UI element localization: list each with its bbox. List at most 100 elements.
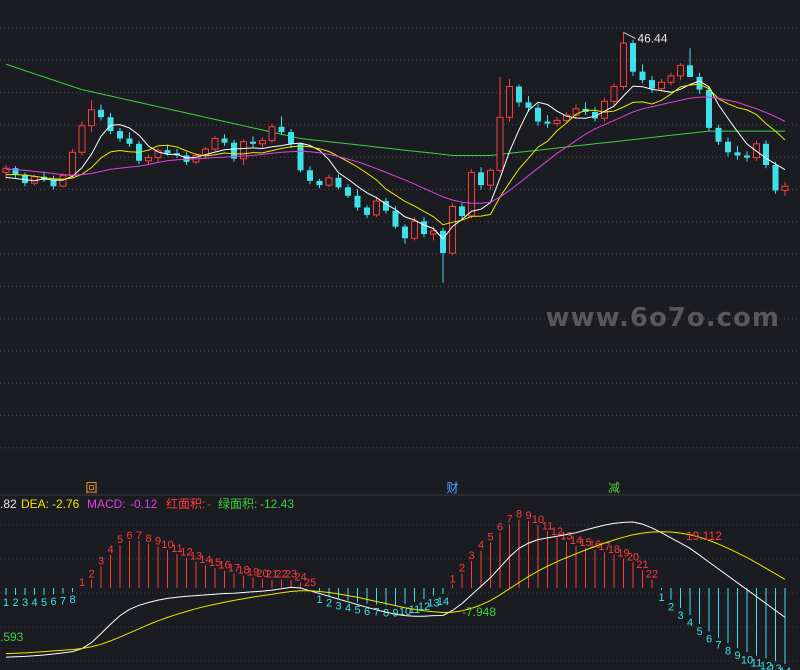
macd-high-annotation: 19.112 xyxy=(686,529,722,543)
event-marker: 回 xyxy=(85,481,97,495)
candle-down xyxy=(639,71,646,81)
candle-up xyxy=(88,109,95,127)
candle-up xyxy=(325,177,333,186)
macd-count-label: 2 xyxy=(459,563,465,575)
dea-label: DEA: xyxy=(21,497,49,511)
event-marker: 财 xyxy=(446,481,458,495)
macd-header: .82 DEA: -2.76 MACD: -0.12 红面积: - 绿面积: -… xyxy=(0,496,294,511)
candle-down xyxy=(354,195,361,208)
candle-down xyxy=(164,150,171,154)
macd-count-label: 3 xyxy=(98,556,104,568)
macd-count-label: 1 xyxy=(658,592,664,604)
macd-count-label: 4 xyxy=(478,540,484,552)
macd-count-label: 8 xyxy=(145,533,151,545)
candle-up xyxy=(658,81,665,90)
candle-up xyxy=(677,64,684,77)
macd-count-label: 22 xyxy=(646,569,658,581)
macd-count-label: 4 xyxy=(31,597,37,609)
macd-bar-counts: 1 2 3 4 5 6 7 812345 6 7 8 9 10111213141516171819202… xyxy=(3,509,791,670)
candle-up xyxy=(506,86,513,118)
candle-up xyxy=(553,119,561,125)
macd-count-label: 2 xyxy=(326,598,332,610)
macd-count-label: 5 xyxy=(117,534,123,546)
ma20-line xyxy=(5,96,786,204)
macd-count-label: 6 xyxy=(50,596,56,608)
macd-count-label: 5 xyxy=(487,531,493,543)
macd-count-label: 3 xyxy=(22,597,28,609)
candle-down xyxy=(22,174,28,184)
macd-count-label: 4 xyxy=(687,617,693,629)
candle-up xyxy=(496,116,504,171)
candle-down xyxy=(421,221,427,234)
event-marker: 减 xyxy=(608,481,620,495)
candle-up xyxy=(620,42,627,87)
chart-canvas: 46.44 www.6o7o.com 回 财 减 .82 DEA: -2.76 MA… xyxy=(0,27,800,670)
macd-count-label: 3 xyxy=(677,610,683,622)
macd-count-label: 6 xyxy=(126,530,132,542)
macd-count-label: 9 xyxy=(525,510,531,522)
macd-count-label: 1 xyxy=(449,574,455,586)
candle-down xyxy=(516,86,522,103)
candle-down xyxy=(126,138,133,144)
macd-count-label: 2 xyxy=(12,597,18,609)
candle-down xyxy=(734,152,741,156)
macd-count-label: 7 xyxy=(506,513,512,525)
candle-up xyxy=(411,220,418,239)
macd-count-label: 14 xyxy=(779,666,791,670)
candle-down xyxy=(744,155,750,158)
candle-up xyxy=(69,151,76,177)
macd-count-label: 2 xyxy=(668,602,674,614)
macd-count-label: 8 xyxy=(69,594,75,606)
macd-count-label: 7 xyxy=(373,607,379,619)
candle-down xyxy=(630,43,636,72)
candle-up xyxy=(468,171,475,217)
dif-value: .82 xyxy=(0,497,17,511)
candle-down xyxy=(687,65,693,77)
candle-down xyxy=(763,143,769,165)
candle-down xyxy=(316,180,323,186)
macd-count-label: 6 xyxy=(497,522,503,534)
green-area-label: 绿面积: xyxy=(218,496,257,511)
macd-value: -0.12 xyxy=(130,497,158,511)
macd-count-label: 5 xyxy=(696,626,702,638)
candle-down xyxy=(696,76,703,90)
candle-up xyxy=(211,138,219,150)
candle-down xyxy=(535,107,541,122)
macd-count-label: 25 xyxy=(304,577,316,589)
candle-down xyxy=(649,80,655,89)
candle-down xyxy=(107,117,114,132)
candle-down xyxy=(117,131,123,139)
macd-label: MACD: xyxy=(87,497,126,511)
macd-count-label: 1 xyxy=(316,594,322,606)
macd-count-label: 2 xyxy=(88,569,94,581)
candle-down xyxy=(221,138,228,143)
dea-value: -2.76 xyxy=(52,497,80,511)
candle-down xyxy=(706,89,712,128)
candle-up xyxy=(667,75,675,83)
candle-down xyxy=(335,177,342,188)
macd-count-label: 8 xyxy=(516,509,522,521)
watermark: www.6o7o.com xyxy=(546,303,780,333)
macd-count-label: 7 xyxy=(715,640,721,652)
candle-up xyxy=(610,86,618,102)
macd-low-annotation: -7.948 xyxy=(462,605,496,619)
candle-up xyxy=(154,149,162,159)
candle-down xyxy=(98,109,104,118)
stock-chart: 46.44 www.6o7o.com 回 财 减 .82 DEA: -2.76 MA… xyxy=(0,0,800,670)
macd-left-annotation: .593 xyxy=(0,630,24,644)
candle-down xyxy=(364,207,370,215)
macd-count-label: 8 xyxy=(725,645,731,657)
candle-down xyxy=(297,143,304,171)
candle-up xyxy=(268,126,276,142)
macd-count-label: 8 xyxy=(383,607,389,619)
macd-count-label: 1 xyxy=(3,597,9,609)
candle-up xyxy=(59,175,67,187)
macd-count-label: 1 xyxy=(79,577,85,589)
candle-down xyxy=(392,210,399,227)
macd-count-label: 4 xyxy=(107,544,113,556)
candle-up xyxy=(259,140,266,145)
macd-count-label: 4 xyxy=(345,602,351,614)
macd-count-label: 9 xyxy=(392,607,398,619)
red-area-value: - xyxy=(207,497,211,511)
macd-count-label: 5 xyxy=(41,597,47,609)
